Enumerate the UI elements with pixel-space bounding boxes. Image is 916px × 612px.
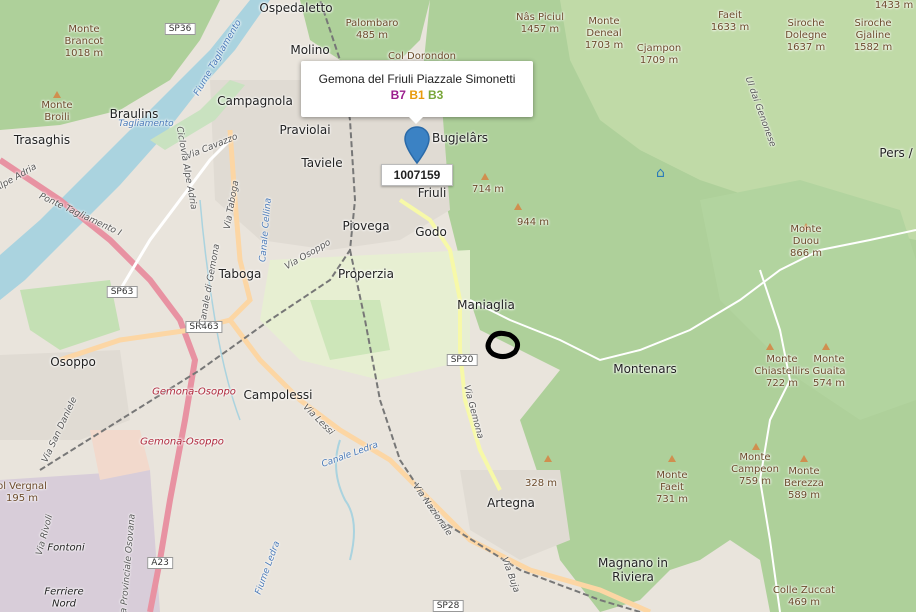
route-code[interactable]: B7 — [391, 88, 406, 102]
peak-icon — [53, 91, 61, 98]
peak-label: ol Vergnal 195 m — [0, 481, 47, 504]
road-shield: A23 — [147, 557, 173, 569]
town-label: Magnano in — [598, 556, 668, 570]
peak-label: Monte Berezza 589 m — [784, 466, 824, 501]
route-code[interactable]: B3 — [428, 88, 443, 102]
town-label: Artegna — [487, 496, 535, 510]
peak-label: 328 m — [524, 478, 558, 489]
rail-station-label: Gemona-Osoppo — [152, 386, 236, 398]
peak-label: Cjampon 1709 m — [636, 43, 682, 66]
peak-label: Monte Campeon 759 m — [731, 452, 779, 487]
town-label: Maniaglia — [457, 298, 515, 312]
peak-label: Colle Zuccat 469 m — [772, 585, 836, 608]
peak-icon — [800, 455, 808, 462]
popup-route-codes: B7 B1 B3 — [301, 88, 533, 102]
road-shield: SP63 — [106, 286, 138, 298]
town-label: Ferriere — [44, 586, 84, 598]
stop-id-tag[interactable]: 1007159 — [381, 164, 453, 186]
peak-icon — [766, 343, 774, 350]
town-label: Campagnola — [217, 94, 293, 108]
town-label: Praviolai — [279, 123, 331, 137]
peak-label: Siroche Gjaline 1582 m — [853, 18, 893, 53]
meadow-patch — [20, 280, 120, 350]
road-shield: SP28 — [432, 600, 464, 612]
town-label: Fontoni — [47, 542, 85, 554]
peak-label: 1433 m — [874, 0, 914, 11]
road-shield: SP20 — [446, 354, 478, 366]
peak-label: Palombaro 485 m — [345, 18, 399, 41]
town-label: Campolessi — [243, 388, 313, 402]
shelter-icon[interactable]: ⌂ — [656, 165, 665, 181]
map-viewport[interactable]: Ospedaletto Molino Campagnola Praviolai … — [0, 0, 916, 612]
peak-label: Monte Guaita 574 m — [812, 354, 846, 389]
town-label: Piovega — [342, 219, 390, 233]
peak-label: Nâs Piciul 1457 m — [516, 12, 564, 35]
water-label: Tagliamento — [118, 119, 174, 129]
peak-label: Siroche Dolegne 1637 m — [785, 18, 827, 53]
town-label: Molino — [290, 43, 330, 57]
town-label: Taviele — [301, 156, 343, 170]
stop-popup[interactable]: Gemona del Friuli Piazzale Simonetti B7 … — [301, 61, 533, 117]
town-label: Trasaghis — [13, 133, 71, 147]
rail-station-label: Gemona-Osoppo — [140, 436, 224, 448]
town-label: Bugjelârs — [431, 131, 489, 145]
town-label: Osoppo — [50, 355, 96, 369]
town-label: Montenars — [613, 362, 677, 376]
peak-label: Monte Broili — [41, 100, 73, 123]
peak-label: Monte Faeit 731 m — [655, 470, 689, 505]
peak-label: Faeit 1633 m — [710, 10, 750, 33]
popup-title: Gemona del Friuli Piazzale Simonetti — [318, 72, 516, 86]
town-label: Pers / — [879, 146, 913, 160]
town-label: Ospedaletto — [259, 1, 333, 15]
peak-label: Monte Brancot 1018 m — [64, 24, 104, 59]
town-label: Riviera — [612, 570, 654, 584]
town-label: Taboga — [218, 267, 262, 281]
road-shield: SP36 — [164, 23, 196, 35]
peak-icon — [481, 173, 489, 180]
town-label: Nord — [51, 598, 77, 610]
peak-label: 714 m — [471, 184, 505, 195]
peak-icon — [752, 443, 760, 450]
popup-tip — [408, 116, 424, 124]
peak-label: Monte Deneal 1703 m — [584, 16, 624, 51]
town-label: Properzia — [338, 267, 394, 281]
peak-label: Monte Chiastellirs 722 m — [754, 354, 810, 389]
peak-icon — [822, 343, 830, 350]
peak-label: Monte Duou 866 m — [789, 224, 823, 259]
peak-icon — [544, 455, 552, 462]
town-label: Friuli — [417, 186, 447, 200]
town-label: Godo — [415, 225, 447, 239]
location-pin-icon[interactable] — [404, 126, 430, 164]
peak-label: 944 m — [516, 217, 550, 228]
route-code[interactable]: B1 — [409, 88, 424, 102]
peak-icon — [668, 455, 676, 462]
peak-icon — [514, 203, 522, 210]
